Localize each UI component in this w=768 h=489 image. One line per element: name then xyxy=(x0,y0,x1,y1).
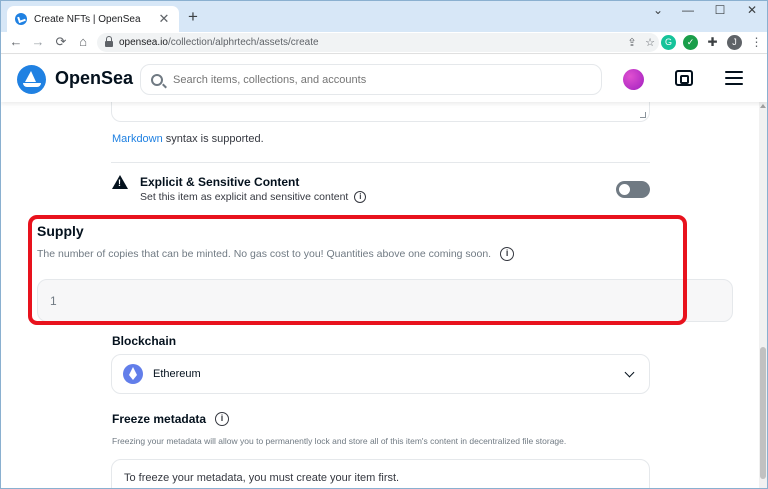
blockchain-selected-value: Ethereum xyxy=(153,368,201,380)
supply-title: Supply xyxy=(37,223,84,239)
blockchain-select[interactable]: Ethereum xyxy=(111,354,650,394)
wallet-icon[interactable] xyxy=(675,70,693,86)
markdown-note: Markdown syntax is supported. xyxy=(112,133,264,145)
tab-title: Create NFTs | OpenSea xyxy=(34,13,141,25)
tab-strip: Create NFTs | OpenSea ✕ + ⌄ — ☐ ✕ xyxy=(1,1,767,32)
home-icon[interactable]: ⌂ xyxy=(74,33,92,51)
browser-menu-icon[interactable]: ⋮ xyxy=(749,35,764,50)
grammarly-extension-icon[interactable]: G xyxy=(661,35,676,50)
create-item-form: Markdown syntax is supported. Explicit &… xyxy=(1,102,759,488)
chevron-down-icon[interactable] xyxy=(624,367,635,377)
url-text[interactable]: opensea.io/collection/alphrtech/assets/c… xyxy=(119,37,623,48)
markdown-link[interactable]: Markdown xyxy=(112,133,163,145)
blockchain-title: Blockchain xyxy=(112,334,177,348)
search-icon xyxy=(151,73,163,86)
address-bar-row: ← → ⟳ ⌂ opensea.io/collection/alphrtech/… xyxy=(1,32,767,54)
sensitive-content-description: Set this item as explicit and sensitive … xyxy=(140,191,367,203)
supply-input[interactable] xyxy=(37,279,733,322)
tab-close-icon[interactable]: ✕ xyxy=(157,11,171,27)
page-scrollbar[interactable] xyxy=(759,102,767,488)
description-textarea[interactable] xyxy=(111,102,650,122)
browser-tab[interactable]: Create NFTs | OpenSea ✕ xyxy=(7,6,179,32)
account-avatar[interactable] xyxy=(623,69,644,90)
sensitive-content-title: Explicit & Sensitive Content xyxy=(140,175,300,189)
opensea-header: OpenSea xyxy=(1,55,767,102)
opensea-favicon-icon xyxy=(15,13,27,25)
info-icon[interactable]: i xyxy=(354,191,367,203)
freeze-info-icon[interactable]: i xyxy=(215,412,230,426)
warning-icon xyxy=(112,175,128,189)
scroll-up-arrow-icon[interactable] xyxy=(760,104,766,108)
ethereum-icon xyxy=(123,364,143,384)
opensea-logo-icon[interactable] xyxy=(17,65,46,94)
freeze-metadata-box: To freeze your metadata, you must create… xyxy=(111,459,650,488)
resize-handle-icon[interactable] xyxy=(640,112,646,118)
section-divider xyxy=(111,162,650,163)
brand-name[interactable]: OpenSea xyxy=(55,68,133,89)
hamburger-menu-icon[interactable] xyxy=(725,71,743,85)
shield-extension-icon[interactable]: ✓ xyxy=(683,35,698,50)
share-icon[interactable]: ⇪ xyxy=(623,36,641,49)
bookmark-star-icon[interactable]: ☆ xyxy=(641,36,659,49)
minimize-button[interactable]: — xyxy=(673,1,703,21)
site-search[interactable] xyxy=(140,64,602,95)
close-window-button[interactable]: ✕ xyxy=(737,1,767,21)
url-omnibox[interactable]: opensea.io/collection/alphrtech/assets/c… xyxy=(97,33,659,52)
reload-icon[interactable]: ⟳ xyxy=(52,33,70,51)
profile-avatar[interactable]: J xyxy=(727,35,742,50)
back-arrow-icon[interactable]: ← xyxy=(7,33,25,51)
freeze-metadata-title: Freeze metadata i xyxy=(112,412,230,426)
forward-arrow-icon[interactable]: → xyxy=(29,33,47,51)
scrollbar-thumb[interactable] xyxy=(760,347,766,479)
extensions-puzzle-icon[interactable]: ✚ xyxy=(705,35,720,50)
search-input[interactable] xyxy=(173,73,573,86)
new-tab-button[interactable]: + xyxy=(183,7,203,27)
supply-info-icon[interactable]: i xyxy=(500,247,515,261)
supply-description: The number of copies that can be minted.… xyxy=(37,247,515,261)
lock-icon[interactable] xyxy=(105,36,113,47)
maximize-button[interactable]: ☐ xyxy=(705,1,735,21)
browser-window: Create NFTs | OpenSea ✕ + ⌄ — ☐ ✕ ← → ⟳ … xyxy=(0,0,768,489)
tab-search-dropdown-icon[interactable]: ⌄ xyxy=(643,1,673,21)
sensitive-content-toggle[interactable] xyxy=(616,181,650,198)
freeze-metadata-description: Freezing your metadata will allow you to… xyxy=(112,436,567,446)
